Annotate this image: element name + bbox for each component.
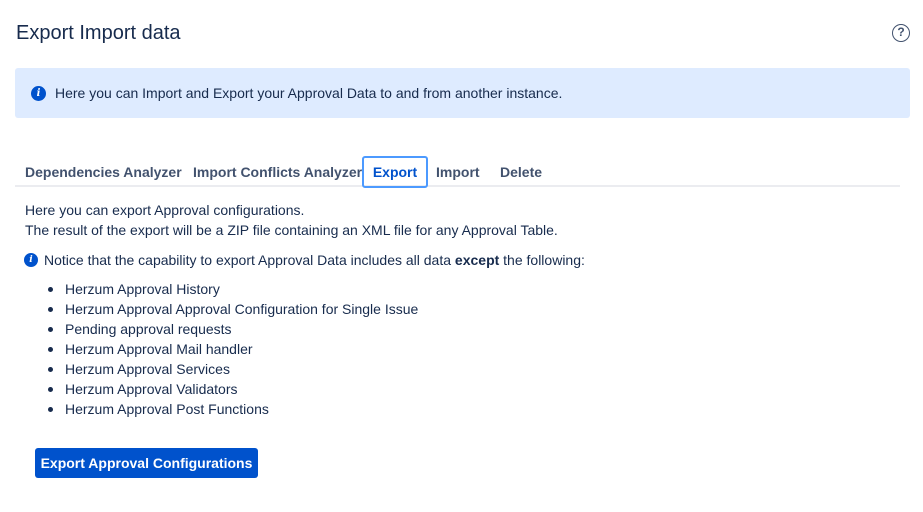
- tab-import[interactable]: Import: [436, 156, 480, 188]
- notice-text: Notice that the capability to export App…: [44, 252, 585, 268]
- bullet-icon: [48, 307, 53, 312]
- tab-delete[interactable]: Delete: [500, 156, 542, 188]
- info-icon: i: [31, 85, 46, 101]
- bullet-icon: [48, 347, 53, 352]
- list-item-label: Herzum Approval Approval Configuration f…: [65, 301, 419, 317]
- notice-prefix: Notice that the capability to export App…: [44, 252, 455, 268]
- notice: i Notice that the capability to export A…: [24, 250, 585, 270]
- list-item: Herzum Approval Post Functions: [25, 399, 585, 419]
- bullet-icon: [48, 287, 53, 292]
- tab-dependencies-analyzer[interactable]: Dependencies Analyzer: [25, 156, 182, 188]
- page-title: Export Import data: [16, 22, 181, 44]
- zip-description: The result of the export will be a ZIP f…: [25, 222, 558, 238]
- list-item: Herzum Approval Services: [25, 359, 585, 379]
- export-import-page: Export Import data ? i Here you can Impo…: [0, 0, 923, 512]
- list-item-label: Herzum Approval Validators: [65, 381, 238, 397]
- bullet-icon: [48, 327, 53, 332]
- export-approval-configurations-button[interactable]: Export Approval Configurations: [35, 448, 258, 478]
- banner-text: Here you can Import and Export your Appr…: [55, 85, 563, 101]
- notice-except: except: [454, 252, 500, 268]
- notice-suffix: the following:: [499, 252, 585, 268]
- list-item-label: Pending approval requests: [65, 321, 232, 337]
- tab-export[interactable]: Export: [362, 156, 428, 188]
- notice-info-icon: i: [24, 253, 38, 267]
- list-item: Herzum Approval Validators: [25, 379, 585, 399]
- list-item: Herzum Approval Mail handler: [25, 339, 585, 359]
- list-item-label: Herzum Approval Post Functions: [65, 401, 269, 417]
- list-item: Pending approval requests: [25, 319, 585, 339]
- list-item-label: Herzum Approval Mail handler: [65, 341, 253, 357]
- list-item: Herzum Approval History: [25, 279, 585, 299]
- tab-bar: Dependencies Analyzer Import Conflicts A…: [15, 156, 900, 188]
- intro-text: Here you can export Approval configurati…: [25, 202, 305, 218]
- bullet-icon: [48, 367, 53, 372]
- tab-import-conflicts-analyzer[interactable]: Import Conflicts Analyzer: [193, 156, 362, 188]
- export-panel: Here you can export Approval configurati…: [24, 200, 585, 419]
- list-item: Herzum Approval Approval Configuration f…: [25, 299, 585, 319]
- bullet-icon: [48, 387, 53, 392]
- list-item-label: Herzum Approval History: [65, 281, 220, 297]
- info-banner: i Here you can Import and Export your Ap…: [15, 68, 910, 118]
- bullet-icon: [48, 407, 53, 412]
- help-question-icon[interactable]: ?: [892, 24, 910, 42]
- exclusion-list: Herzum Approval History Herzum Approval …: [25, 279, 585, 419]
- list-item-label: Herzum Approval Services: [65, 361, 230, 377]
